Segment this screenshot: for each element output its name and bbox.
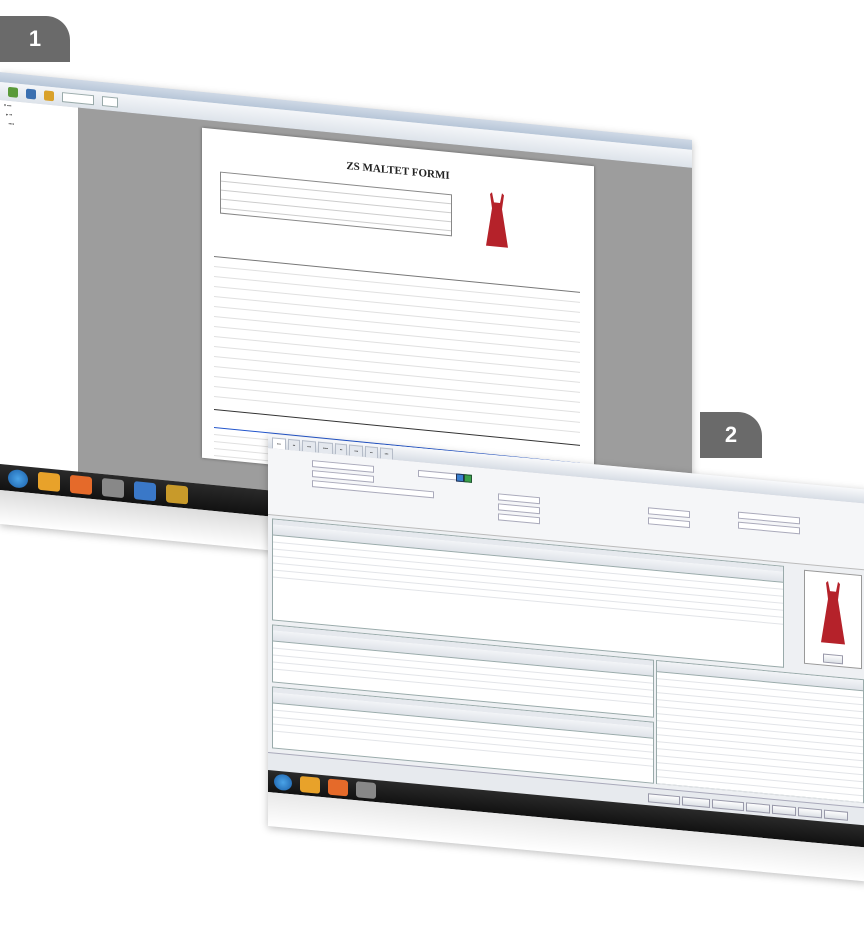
- print-icon[interactable]: [26, 88, 36, 100]
- form-field[interactable]: [498, 503, 540, 515]
- action-button[interactable]: [798, 807, 822, 819]
- form-field[interactable]: [498, 513, 540, 525]
- action-button[interactable]: [682, 796, 710, 809]
- page-field[interactable]: [62, 92, 94, 106]
- step-badge-2: 2: [700, 412, 762, 458]
- folder-icon[interactable]: [38, 471, 60, 492]
- start-orb-icon[interactable]: [8, 468, 28, 489]
- tools-icon[interactable]: [356, 781, 376, 800]
- media-icon[interactable]: [70, 474, 92, 496]
- action-button[interactable]: [772, 804, 796, 816]
- back-icon[interactable]: [8, 86, 18, 98]
- document-map-pane: ▾ ▪▪▪ ▸ ▪▪ ▪▪▪▪: [0, 100, 79, 472]
- start-orb-icon[interactable]: [274, 773, 292, 792]
- lookup-icon[interactable]: [464, 474, 472, 483]
- summary-grid: [656, 659, 864, 804]
- product-photo: [804, 569, 862, 670]
- step-number: 2: [724, 422, 738, 447]
- action-button[interactable]: [746, 802, 770, 814]
- action-button[interactable]: [712, 799, 744, 812]
- export-icon[interactable]: [44, 90, 54, 102]
- step-badge-1: 1: [0, 16, 70, 62]
- network-icon[interactable]: [134, 481, 156, 502]
- photo-button[interactable]: [823, 653, 843, 665]
- form-field[interactable]: [648, 507, 690, 519]
- action-button[interactable]: [824, 809, 848, 821]
- action-button[interactable]: [648, 793, 680, 806]
- app-icon[interactable]: [166, 484, 188, 505]
- item-list: [214, 246, 580, 433]
- form-field[interactable]: [418, 469, 460, 481]
- order-form-screenshot: ▪▪▪ ▪▪ ▪▪▪ ▪▪▪▪ ▪▪ ▪▪▪ ▪▪ ▪▪▪: [268, 434, 864, 882]
- header-info-table: [220, 171, 452, 237]
- folder-icon[interactable]: [300, 775, 320, 794]
- report-page: ZS MALTET FORMI: [202, 127, 594, 497]
- media-icon[interactable]: [328, 778, 348, 797]
- zoom-field[interactable]: [102, 96, 118, 108]
- lookup-icon[interactable]: [456, 473, 464, 483]
- dress-photo: [821, 580, 845, 645]
- step-number: 1: [28, 26, 42, 51]
- dress-photo: [472, 184, 522, 260]
- tools-icon[interactable]: [102, 478, 124, 499]
- form-field[interactable]: [498, 493, 540, 505]
- form-field[interactable]: [648, 517, 690, 529]
